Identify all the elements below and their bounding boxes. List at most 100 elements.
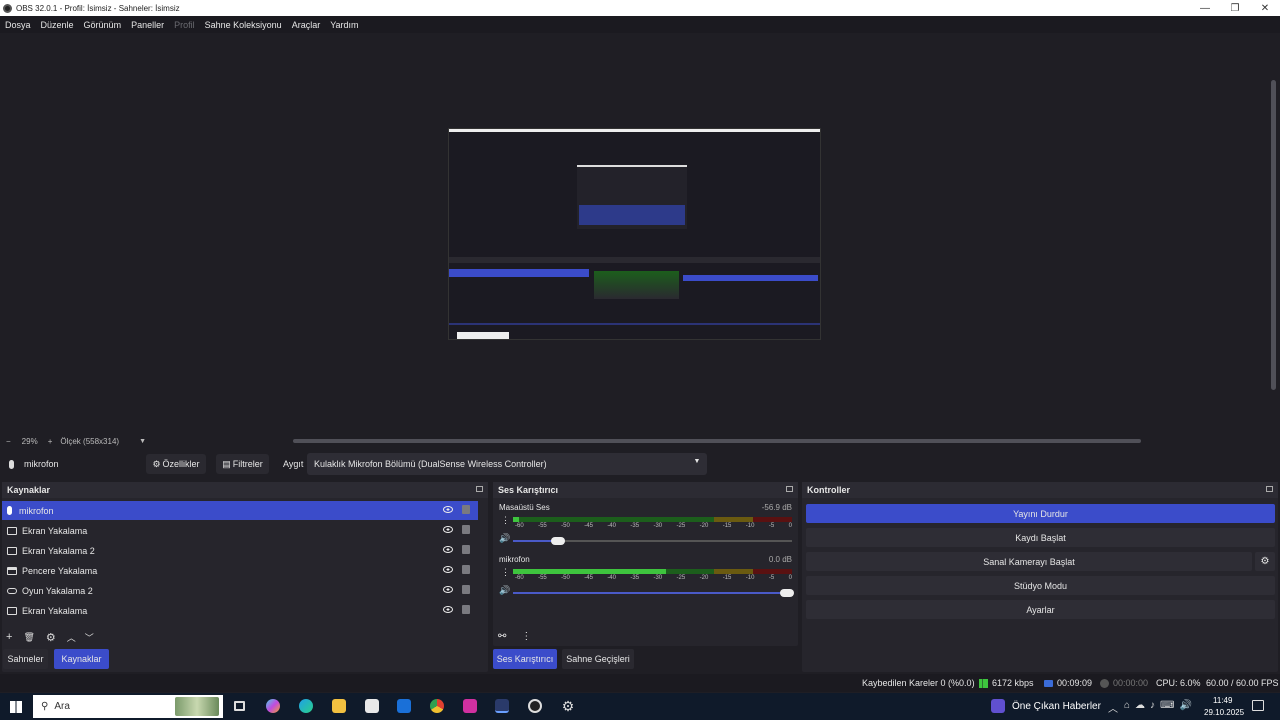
menu-file[interactable]: Dosya: [5, 20, 31, 30]
visibility-eye-icon[interactable]: [443, 606, 453, 613]
preview-vertical-scrollbar[interactable]: [1271, 80, 1276, 390]
trash-icon[interactable]: 🗑: [23, 632, 34, 643]
maximize-button[interactable]: ❐: [1220, 0, 1250, 16]
windows-start-icon[interactable]: [10, 701, 22, 713]
notification-icon[interactable]: [1252, 700, 1264, 711]
start-recording-button[interactable]: Kaydı Başlat: [806, 528, 1275, 547]
mixer-channel-name: Masaüstü Ses: [499, 503, 550, 512]
lock-icon[interactable]: [462, 605, 470, 614]
link-icon[interactable]: ⚯: [498, 631, 506, 642]
virtual-camera-settings-button[interactable]: ⚙: [1255, 552, 1275, 571]
lock-icon[interactable]: [462, 565, 470, 574]
meter-tick-label: 0: [788, 575, 792, 581]
volume-slider-handle[interactable]: [780, 589, 794, 597]
speaker-icon[interactable]: 🔊: [499, 533, 510, 544]
properties-button[interactable]: ⚙ Özellikler: [146, 454, 206, 474]
undock-icon[interactable]: [786, 486, 793, 492]
source-item[interactable]: Oyun Yakalama 2: [2, 581, 478, 600]
gear-icon[interactable]: ⚙: [46, 631, 56, 644]
add-source-icon[interactable]: +: [6, 631, 12, 643]
obs-icon[interactable]: [528, 699, 542, 713]
settings-gear-icon[interactable]: ⚙: [561, 699, 575, 713]
visibility-eye-icon[interactable]: [443, 586, 453, 593]
news-label[interactable]: Öne Çıkan Haberler: [1012, 701, 1101, 712]
file-explorer-icon[interactable]: [332, 699, 346, 713]
tab-audio-mixer[interactable]: Ses Karıştırıcı: [493, 649, 557, 669]
source-item-label: mikrofon: [19, 505, 54, 516]
taskbar-search-box[interactable]: ⚲ Ara: [33, 695, 223, 718]
more-menu-icon[interactable]: ⋮: [501, 515, 510, 526]
menu-help[interactable]: Yardım: [330, 20, 358, 30]
copilot-icon[interactable]: [266, 699, 280, 713]
more-menu-icon[interactable]: ⋮: [501, 567, 510, 578]
volume-slider-fill: [513, 592, 792, 594]
gamepad-icon: [7, 587, 17, 594]
studio-mode-button[interactable]: Stüdyo Modu: [806, 576, 1275, 595]
meter-tick-label: -20: [699, 575, 709, 581]
more-menu-icon[interactable]: ⋮: [521, 631, 531, 642]
lock-icon[interactable]: [462, 585, 470, 594]
source-item[interactable]: mikrofon: [2, 501, 478, 520]
news-widget-icon[interactable]: [991, 699, 1005, 713]
volume-slider-handle[interactable]: [551, 537, 565, 545]
undock-icon[interactable]: [476, 486, 483, 492]
filters-button[interactable]: ▤ Filtreler: [216, 454, 269, 474]
app-icon[interactable]: [463, 699, 477, 713]
visibility-eye-icon[interactable]: [443, 546, 453, 553]
clock-time[interactable]: 11:49: [1213, 696, 1232, 705]
obs-window-icon[interactable]: [495, 699, 509, 713]
obs-logo-icon: [3, 3, 12, 13]
lock-icon[interactable]: [462, 545, 470, 554]
edge-icon[interactable]: [299, 699, 313, 713]
lock-icon[interactable]: [462, 505, 470, 514]
tab-sources[interactable]: Kaynaklar: [54, 649, 109, 669]
preview-horizontal-scrollbar[interactable]: [293, 439, 1141, 443]
zoom-in-button[interactable]: +: [48, 437, 53, 446]
tray-icons[interactable]: ⌂☁♪⌨🔊: [1124, 700, 1197, 711]
clock-date[interactable]: 29.10.2025: [1204, 708, 1244, 717]
zoom-dropdown-icon[interactable]: ▼: [139, 438, 146, 445]
minimize-button[interactable]: —: [1190, 0, 1220, 16]
tray-overflow-icon[interactable]: ︿: [1108, 700, 1118, 715]
lock-icon[interactable]: [462, 525, 470, 534]
move-up-icon[interactable]: ︿: [67, 631, 76, 644]
source-item[interactable]: Ekran Yakalama: [2, 521, 478, 540]
undock-icon[interactable]: [1266, 486, 1273, 492]
stream-icon: [1044, 680, 1053, 687]
tab-scenes[interactable]: Sahneler: [3, 649, 48, 669]
visibility-eye-icon[interactable]: [443, 506, 453, 513]
meter-tick-label: -40: [607, 575, 616, 581]
visibility-eye-icon[interactable]: [443, 566, 453, 573]
monitor-icon: [7, 546, 17, 555]
settings-button[interactable]: Ayarlar: [806, 600, 1275, 619]
chrome-icon[interactable]: [430, 699, 444, 713]
menu-scene-collection[interactable]: Sahne Koleksiyonu: [205, 20, 282, 30]
menu-docks[interactable]: Paneller: [131, 20, 164, 30]
start-virtual-camera-button[interactable]: Sanal Kamerayı Başlat: [806, 552, 1252, 571]
menu-view[interactable]: Görünüm: [84, 20, 122, 30]
menu-tools[interactable]: Araçlar: [292, 20, 321, 30]
zoom-out-button[interactable]: −: [6, 437, 11, 446]
studio-mode-label: Stüdyo Modu: [1013, 580, 1068, 591]
menu-edit[interactable]: Düzenle: [41, 20, 74, 30]
mail-icon[interactable]: [397, 699, 411, 713]
stop-streaming-button[interactable]: Yayını Durdur: [806, 504, 1275, 523]
source-item[interactable]: Ekran Yakalama: [2, 601, 478, 620]
source-item[interactable]: Ekran Yakalama 2: [2, 541, 478, 560]
search-highlight-image: [175, 697, 219, 716]
monitor-icon: [7, 526, 17, 535]
task-view-icon[interactable]: [234, 701, 245, 711]
device-select[interactable]: Kulaklık Mikrofon Bölümü (DualSense Wire…: [307, 453, 707, 475]
move-down-icon[interactable]: ﹀: [85, 631, 94, 644]
source-item[interactable]: Pencere Yakalama: [2, 561, 478, 580]
meter-tick-label: 0: [788, 523, 792, 529]
menu-profile[interactable]: Profil: [174, 20, 195, 30]
scale-label: Ölçek (558x314): [60, 437, 120, 446]
store-icon[interactable]: [365, 699, 379, 713]
mixer-dock-title: Ses Karıştırıcı: [493, 482, 798, 498]
gear-icon: ⚙: [152, 458, 161, 469]
visibility-eye-icon[interactable]: [443, 526, 453, 533]
tab-scene-transitions[interactable]: Sahne Geçişleri: [562, 649, 634, 669]
close-button[interactable]: ✕: [1250, 0, 1280, 16]
speaker-icon[interactable]: 🔊: [499, 585, 510, 596]
